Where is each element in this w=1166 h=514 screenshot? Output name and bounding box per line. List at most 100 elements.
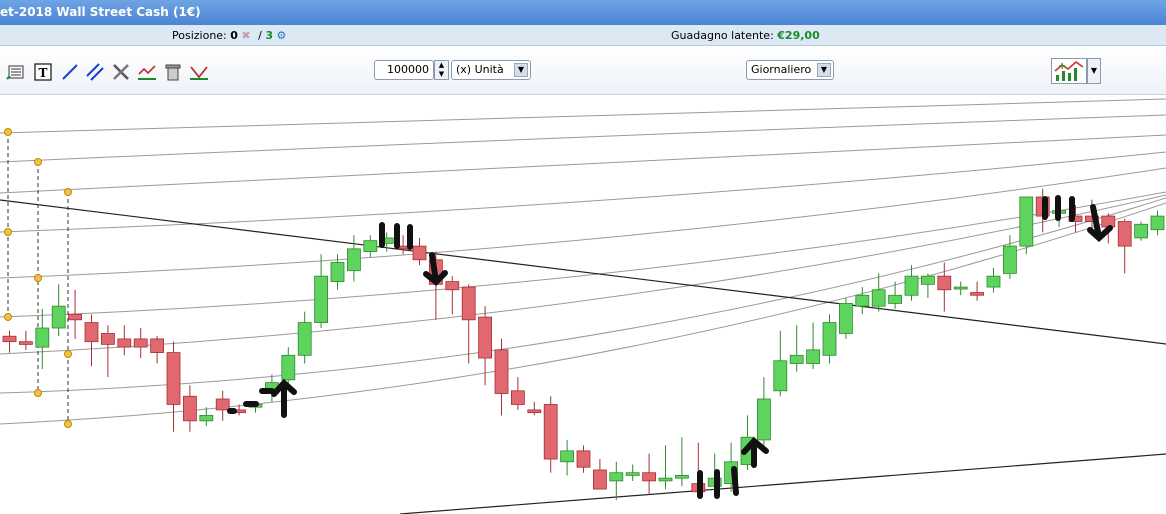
bearish-candle[interactable]	[117, 338, 132, 348]
gain-label: Guadagno latente:	[671, 29, 774, 42]
bullish-candle[interactable]	[363, 240, 378, 252]
bullish-candle[interactable]	[986, 275, 1001, 288]
period-select-value: Giornaliero	[751, 63, 812, 76]
bullish-candle[interactable]	[297, 322, 312, 356]
bearish-candle[interactable]	[1101, 215, 1116, 228]
bullish-candle[interactable]	[609, 472, 624, 482]
bullish-candle[interactable]	[330, 262, 345, 283]
bullish-candle[interactable]	[1019, 196, 1034, 247]
bearish-candle[interactable]	[937, 275, 952, 291]
bullish-candle[interactable]	[757, 398, 771, 441]
quantity-input[interactable]: 100000	[374, 60, 434, 80]
bearish-candle[interactable]	[1117, 221, 1132, 247]
position-separator: /	[258, 29, 262, 42]
bullish-candle[interactable]	[871, 289, 886, 307]
tools-icon[interactable]	[111, 62, 131, 82]
bearish-candle[interactable]	[593, 469, 607, 490]
gain-value: €29,00	[777, 29, 820, 42]
trendline-icon[interactable]	[60, 62, 80, 82]
bullish-candle[interactable]	[888, 294, 902, 304]
bearish-candle[interactable]	[970, 292, 984, 296]
chart-type-button[interactable]: +	[1051, 58, 1087, 84]
candlestick-chart[interactable]	[0, 95, 1166, 514]
period-select[interactable]: Giornaliero ▼	[746, 60, 834, 80]
bearish-candle[interactable]	[101, 333, 115, 345]
bullish-candle[interactable]	[281, 354, 296, 381]
bearish-candle[interactable]	[510, 390, 525, 405]
candles	[2, 188, 1165, 500]
bullish-candle[interactable]	[35, 327, 50, 348]
bullish-candle[interactable]	[658, 477, 673, 482]
svg-text:+: +	[1058, 61, 1066, 72]
text-icon[interactable]: T	[33, 62, 53, 82]
fan-line	[0, 194, 1166, 355]
unit-select[interactable]: (x) Unità ▼	[451, 60, 531, 80]
fan-line	[0, 134, 1166, 194]
bullish-candle[interactable]	[314, 275, 329, 323]
unrealized-gain: Guadagno latente: €29,00	[671, 29, 820, 42]
bearish-candle[interactable]	[166, 352, 181, 405]
bullish-candle[interactable]	[51, 305, 66, 329]
bullish-candle[interactable]	[855, 294, 870, 307]
svg-text:T: T	[39, 66, 48, 80]
unit-select-value: (x) Unità	[456, 63, 504, 76]
indicator-list-icon[interactable]	[6, 62, 26, 82]
bullish-candle[interactable]	[1003, 245, 1017, 274]
bearish-candle[interactable]	[642, 472, 656, 482]
bearish-candle[interactable]	[576, 450, 591, 468]
position-label: Posizione:	[172, 29, 227, 42]
bearish-candle[interactable]	[150, 338, 165, 353]
hand-drawn-annotations	[227, 195, 1113, 499]
bearish-candle[interactable]	[84, 322, 99, 343]
settings-gear-icon[interactable]: ⚙	[277, 29, 287, 42]
quantity-stepper[interactable]: ▲ ▼	[434, 60, 449, 80]
chart-type-dropdown[interactable]: ▼	[1087, 58, 1101, 84]
bearish-candle[interactable]	[478, 316, 493, 359]
trend-signal-icon[interactable]	[137, 62, 157, 82]
bullish-candle[interactable]	[675, 475, 689, 479]
bearish-candle[interactable]	[68, 313, 82, 321]
trash-icon[interactable]	[163, 62, 183, 82]
position-info: Posizione: 0 ✖ / 3 ⚙	[172, 29, 286, 42]
chevron-down-icon[interactable]: ▼	[514, 63, 528, 77]
chart-type-icon: +	[1054, 60, 1084, 81]
support-trendline	[399, 453, 1166, 514]
position-total-count: 3	[265, 29, 274, 42]
bearish-candle[interactable]	[527, 409, 542, 414]
bearish-candle[interactable]	[543, 404, 558, 460]
bearish-candle[interactable]	[412, 245, 427, 261]
bullish-candle[interactable]	[773, 360, 788, 392]
window-titlebar: et-2018 Wall Street Cash (1€)	[0, 0, 1166, 25]
parallel-lines-icon[interactable]	[85, 62, 105, 82]
bullish-candle[interactable]	[953, 286, 968, 290]
bearish-candle[interactable]	[445, 281, 460, 291]
bullish-candle[interactable]	[1134, 223, 1148, 239]
chart-toolbar: T 100000 ▲ ▼ (x) Unità ▼ Giornaliero ▼ + …	[0, 46, 1166, 95]
bearish-candle[interactable]	[494, 349, 509, 394]
window-title: et-2018 Wall Street Cash (1€)	[0, 5, 201, 19]
position-status-bar: Posizione: 0 ✖ / 3 ⚙ Guadagno latente: €…	[0, 25, 1166, 46]
bullish-candle[interactable]	[199, 414, 214, 422]
bullish-candle[interactable]	[1150, 215, 1165, 231]
bullish-candle[interactable]	[839, 303, 853, 334]
bearish-candle[interactable]	[18, 341, 33, 345]
bullish-candle[interactable]	[560, 450, 574, 463]
delete-signal-icon[interactable]	[189, 62, 209, 82]
bullish-candle[interactable]	[346, 248, 361, 272]
fan-line	[0, 98, 1166, 134]
bullish-candle[interactable]	[921, 275, 935, 285]
bullish-candle[interactable]	[904, 275, 919, 296]
fan-line	[0, 114, 1166, 163]
bullish-candle[interactable]	[625, 472, 640, 476]
bearish-candle[interactable]	[461, 286, 476, 321]
position-open-count: 0	[230, 29, 238, 42]
bearish-candle[interactable]	[133, 338, 148, 348]
bullish-candle[interactable]	[789, 354, 804, 364]
bearish-candle[interactable]	[2, 335, 17, 343]
bullish-candle[interactable]	[806, 349, 820, 364]
bullish-candle[interactable]	[822, 322, 837, 356]
close-position-icon[interactable]: ✖	[241, 29, 250, 42]
chevron-down-icon[interactable]: ▼	[817, 63, 831, 77]
bearish-candle[interactable]	[182, 395, 197, 422]
bearish-candle[interactable]	[215, 398, 230, 411]
